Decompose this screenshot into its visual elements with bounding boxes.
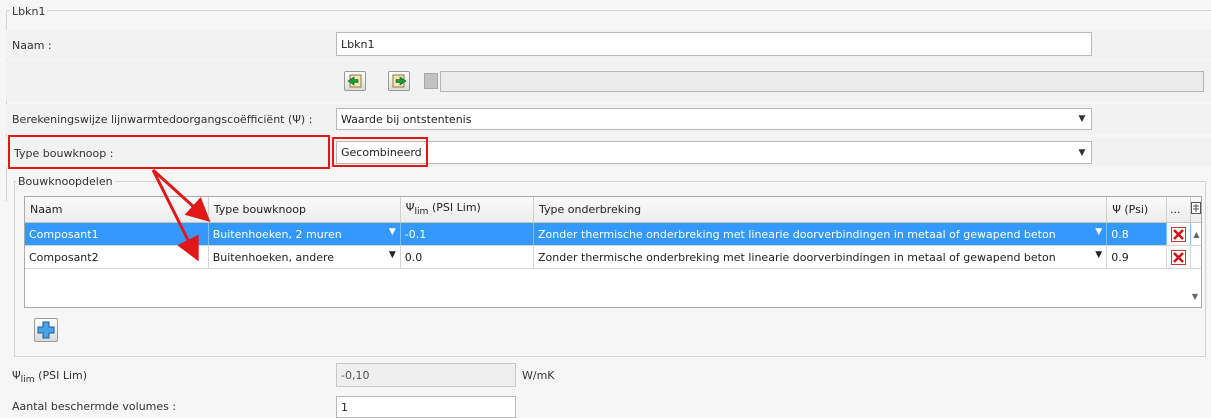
volumes-label: Aantal beschermde volumes : — [12, 400, 177, 413]
psi-lim-label: Ψlim (PSI Lim) — [12, 369, 88, 386]
psi-lim-value: -0,10 — [336, 363, 516, 387]
psi-lim-unit: W/mK — [522, 369, 555, 382]
annotation-arrow — [151, 168, 211, 223]
annotation-arrow — [151, 169, 199, 262]
annotation-arrows — [151, 168, 211, 262]
